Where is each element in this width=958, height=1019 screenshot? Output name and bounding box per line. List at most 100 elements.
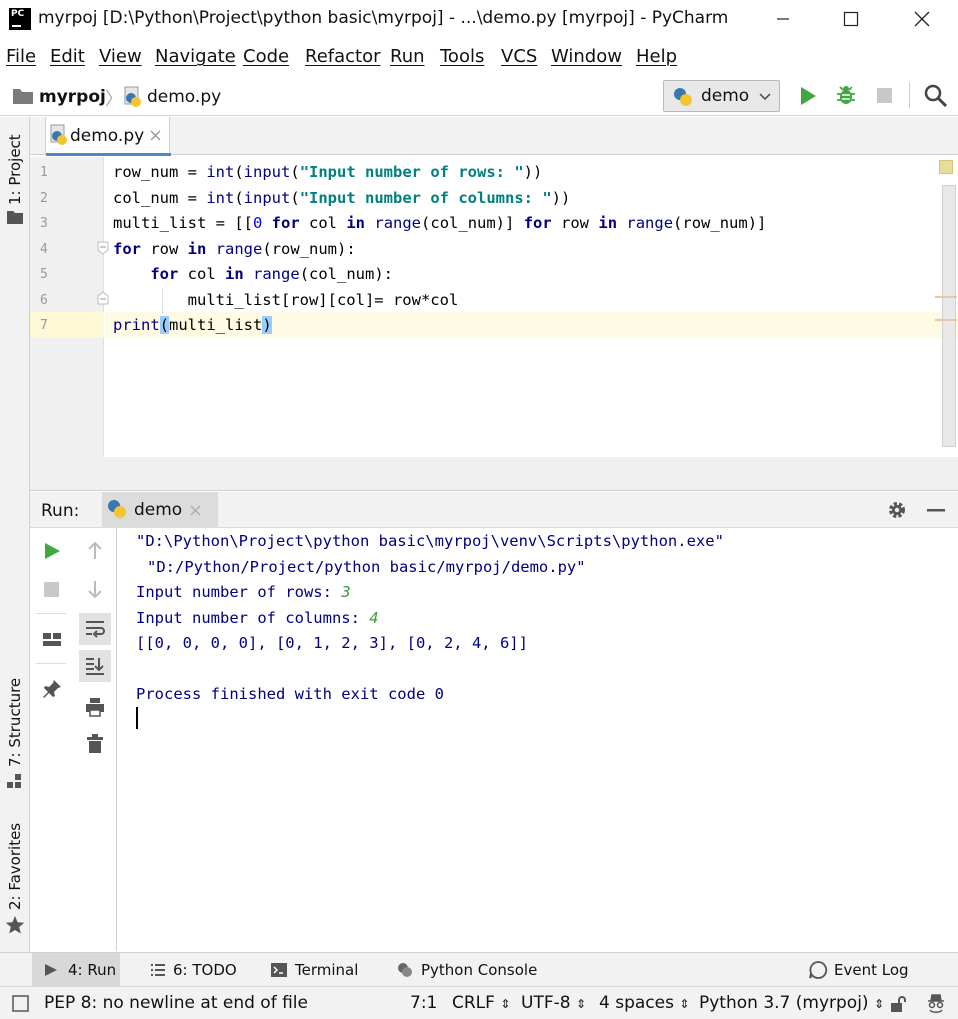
line-number: 7 bbox=[40, 318, 48, 333]
caret-position[interactable]: 7:1 bbox=[410, 993, 437, 1013]
maximize-button[interactable] bbox=[831, 4, 871, 34]
menu-tools[interactable]: Tools bbox=[440, 46, 484, 67]
close-tab-icon[interactable] bbox=[150, 130, 161, 141]
rerun-button[interactable] bbox=[38, 537, 66, 565]
inspection-status-icon[interactable] bbox=[939, 160, 953, 174]
breadcrumb-file[interactable]: demo.py bbox=[147, 87, 221, 107]
line-separator[interactable]: CRLF ⇕ bbox=[452, 993, 510, 1013]
tab-terminal[interactable]: Terminal bbox=[270, 953, 358, 987]
navigation-bar: myrpoj 〉 demo.py demo bbox=[0, 78, 958, 116]
menu-help[interactable]: Help bbox=[636, 46, 677, 67]
run-tab-label: demo bbox=[134, 500, 183, 520]
fold-end-marker-icon[interactable] bbox=[97, 291, 109, 305]
menu-run[interactable]: Run bbox=[390, 46, 425, 67]
search-icon[interactable] bbox=[924, 84, 948, 108]
close-tab-icon[interactable] bbox=[190, 505, 201, 516]
pin-icon bbox=[43, 680, 61, 698]
run-tab-demo[interactable]: demo bbox=[102, 492, 218, 528]
code-editor[interactable]: 1 2 3 4 5 6 7 row_num = int(input("Input… bbox=[30, 157, 958, 457]
event-log-icon bbox=[809, 961, 828, 979]
python-file-icon bbox=[124, 86, 141, 107]
debug-icon[interactable] bbox=[835, 84, 857, 106]
project-tool-window-button[interactable]: 1: Project bbox=[6, 134, 24, 205]
scroll-down-button[interactable] bbox=[81, 575, 109, 603]
tab-run[interactable]: 4: Run bbox=[32, 953, 120, 987]
folder-icon bbox=[7, 211, 23, 224]
run-config-label: demo bbox=[701, 86, 750, 106]
structure-tool-window-button[interactable]: 7: Structure bbox=[6, 678, 24, 767]
gear-icon[interactable] bbox=[886, 499, 908, 521]
maximize-icon bbox=[843, 11, 859, 27]
menu-edit[interactable]: Edit bbox=[50, 46, 85, 67]
scroll-to-end-button[interactable] bbox=[79, 650, 111, 682]
menu-file[interactable]: File bbox=[6, 46, 36, 67]
print-button[interactable] bbox=[81, 693, 109, 721]
python-console-icon bbox=[398, 963, 412, 977]
minimize-icon bbox=[777, 18, 789, 20]
menu-window[interactable]: Window bbox=[551, 46, 622, 67]
status-bar: PEP 8: no newline at end of file 7:1 CRL… bbox=[0, 986, 958, 1019]
python-interpreter[interactable]: Python 3.7 (myrpoj) ⇕ bbox=[699, 993, 884, 1013]
tab-event-log[interactable]: Event Log bbox=[808, 953, 909, 987]
menu-vcs[interactable]: VCS bbox=[501, 46, 537, 67]
list-icon bbox=[151, 964, 165, 976]
run-config-dropdown[interactable]: demo bbox=[663, 80, 780, 112]
python-icon bbox=[108, 500, 126, 518]
breadcrumb-separator-icon: 〉 bbox=[105, 89, 123, 110]
minimize-button[interactable] bbox=[763, 4, 803, 34]
line-number: 5 bbox=[40, 267, 48, 282]
layout-icon bbox=[43, 633, 61, 646]
soft-wrap-button[interactable] bbox=[79, 613, 111, 645]
console-command-line: "D:/Python/Project/python basic/myrpoj/d… bbox=[147, 558, 586, 576]
lock-icon[interactable] bbox=[889, 995, 907, 1013]
inspector-icon[interactable] bbox=[924, 992, 948, 1016]
star-icon bbox=[5, 916, 25, 934]
indent-guide bbox=[162, 287, 163, 314]
fold-marker-icon[interactable] bbox=[97, 241, 109, 255]
window-title: myrpoj [D:\Python\Project\python basic\m… bbox=[38, 8, 729, 28]
scroll-up-button[interactable] bbox=[81, 537, 109, 565]
bottom-tool-tabs: 4: Run 6: TODO Terminal Python Console E… bbox=[0, 952, 958, 987]
menu-code[interactable]: Code bbox=[243, 46, 289, 67]
file-encoding[interactable]: UTF-8 ⇕ bbox=[521, 993, 586, 1013]
editor-scrollbar[interactable] bbox=[942, 185, 956, 447]
console-result: [[0, 0, 0, 0], [0, 1, 2, 3], [0, 2, 4, 6… bbox=[136, 634, 528, 652]
tab-python-console[interactable]: Python Console bbox=[396, 953, 537, 987]
left-tool-strip: 1: Project 7: Structure 2: Favorites bbox=[0, 117, 30, 952]
menu-view[interactable]: View bbox=[99, 46, 142, 67]
tab-todo[interactable]: 6: TODO bbox=[150, 953, 237, 987]
menu-navigate[interactable]: Navigate bbox=[155, 46, 236, 67]
pycharm-logo-icon: PC bbox=[9, 8, 31, 30]
pin-tab-button[interactable] bbox=[38, 675, 66, 703]
menu-refactor[interactable]: Refactor bbox=[305, 46, 381, 67]
restore-layout-button[interactable] bbox=[38, 626, 66, 654]
scroll-marker bbox=[935, 296, 957, 298]
run-console-output[interactable]: "D:\Python\Project\python basic\myrpoj\v… bbox=[118, 528, 958, 951]
tool-windows-toggle-icon[interactable] bbox=[12, 995, 29, 1012]
panel-splitter[interactable] bbox=[30, 457, 958, 491]
favorites-tool-window-button[interactable]: 2: Favorites bbox=[6, 823, 24, 910]
indent-setting[interactable]: 4 spaces ⇕ bbox=[599, 993, 689, 1013]
minimize-panel-icon[interactable] bbox=[926, 509, 946, 513]
run-panel-header: Run: demo bbox=[30, 492, 958, 528]
toolbar-divider bbox=[909, 82, 910, 108]
console-exit-message: Process finished with exit code 0 bbox=[136, 685, 444, 703]
close-window-button[interactable] bbox=[902, 4, 942, 34]
code-line-7: print(multi_list) bbox=[113, 316, 272, 334]
stop-button[interactable] bbox=[38, 576, 66, 604]
status-message[interactable]: PEP 8: no newline at end of file bbox=[44, 993, 308, 1013]
breadcrumb-project[interactable]: myrpoj bbox=[39, 87, 106, 107]
scroll-to-end-icon bbox=[86, 658, 104, 675]
stop-icon[interactable] bbox=[876, 87, 894, 105]
scroll-marker bbox=[935, 319, 957, 321]
clear-all-button[interactable] bbox=[81, 730, 109, 758]
python-icon bbox=[674, 88, 692, 106]
run-toolbar-secondary bbox=[72, 528, 117, 951]
run-icon[interactable] bbox=[798, 86, 818, 106]
line-number: 2 bbox=[40, 191, 48, 206]
editor-tab-bar: demo.py bbox=[30, 117, 958, 156]
print-icon bbox=[86, 698, 104, 717]
terminal-icon bbox=[271, 963, 287, 977]
title-bar: PC myrpoj [D:\Python\Project\python basi… bbox=[0, 0, 958, 38]
editor-tab-demo-py[interactable]: demo.py bbox=[45, 117, 171, 156]
